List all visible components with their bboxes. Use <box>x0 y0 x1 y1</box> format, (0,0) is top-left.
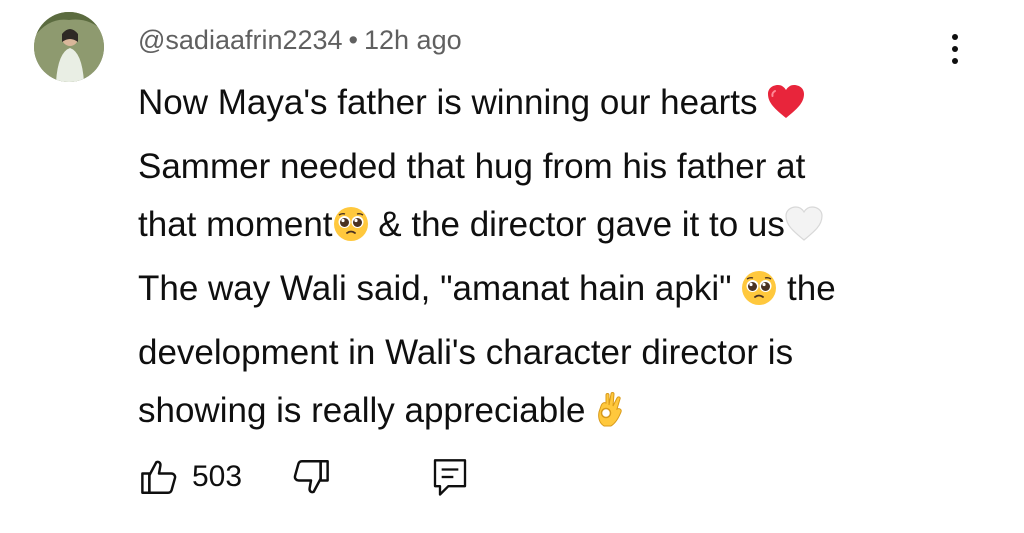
comment-line: development in Wali's character director… <box>138 333 794 372</box>
comment-line: that moment & the director gave it to us <box>138 196 938 260</box>
author-name[interactable]: @sadiaafrin2234 <box>138 25 343 55</box>
red-heart-icon <box>767 80 805 138</box>
thumbs-up-icon <box>138 456 180 498</box>
comment-header: @sadiaafrin2234 • 12h ago <box>138 20 462 60</box>
comment-line: The way Wali said, "amanat hain apki" th… <box>138 260 938 324</box>
white-heart-icon <box>785 202 823 260</box>
like-count: 503 <box>192 460 243 493</box>
avatar[interactable] <box>34 12 104 82</box>
ok-hand-icon <box>595 388 625 446</box>
comment-line: Sammer needed that hug from his father a… <box>138 147 806 186</box>
more-vertical-icon <box>952 34 958 40</box>
comment-line: showing is really appreciable <box>138 382 938 446</box>
comment-item: @sadiaafrin2234 • 12h ago Now Maya's fathe… <box>0 0 1024 533</box>
comment-line: Now Maya's father is winning our hearts <box>138 74 938 138</box>
comment-text: Now Maya's father is winning our hearts … <box>138 74 938 446</box>
like-button[interactable]: 503 <box>138 456 242 498</box>
pleading-face-icon <box>741 266 777 324</box>
pleading-face-icon <box>333 202 369 260</box>
thumbs-down-icon <box>290 456 332 498</box>
comment-actions: 503 <box>138 452 470 502</box>
dislike-button[interactable] <box>290 456 332 498</box>
comment-time[interactable]: 12h ago <box>364 25 462 55</box>
more-options-button[interactable] <box>940 28 970 70</box>
reply-comment-icon <box>430 456 470 498</box>
separator-dot: • <box>348 25 358 55</box>
reply-button[interactable] <box>430 456 470 498</box>
